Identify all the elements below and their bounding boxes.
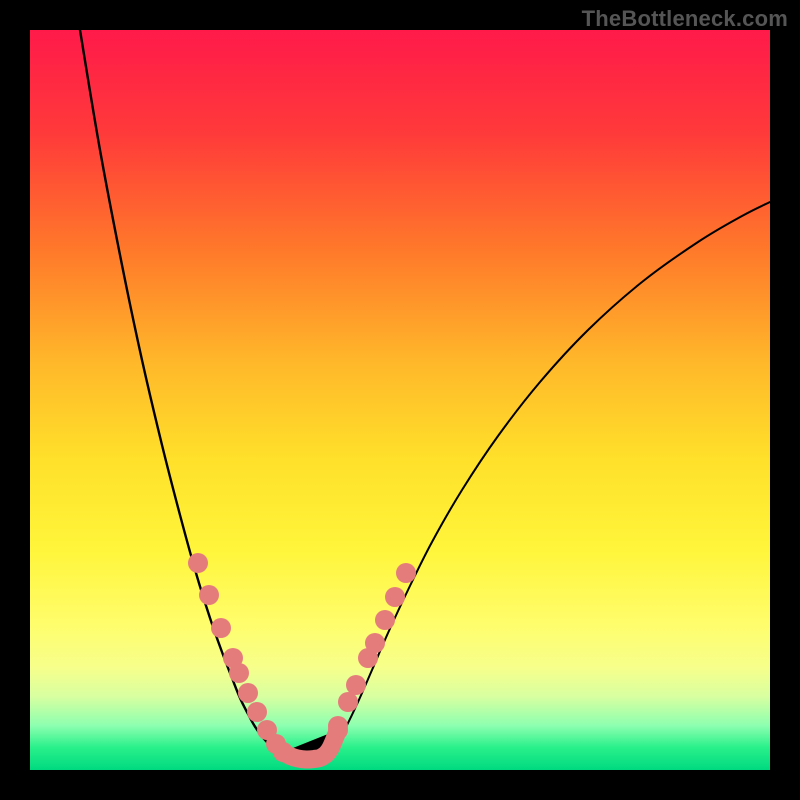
- data-marker: [188, 553, 208, 573]
- data-marker: [338, 692, 358, 712]
- plot-svg: [30, 30, 770, 770]
- data-marker: [385, 587, 405, 607]
- curve-left: [80, 30, 283, 756]
- data-marker: [211, 618, 231, 638]
- chart-stage: TheBottleneck.com: [0, 0, 800, 800]
- data-marker: [266, 734, 286, 754]
- data-marker: [238, 683, 258, 703]
- data-marker: [229, 663, 249, 683]
- data-marker: [365, 633, 385, 653]
- data-marker: [375, 610, 395, 630]
- plot-background: [30, 30, 770, 770]
- data-marker: [328, 716, 348, 736]
- curve-right: [328, 202, 770, 756]
- data-marker: [346, 675, 366, 695]
- data-marker: [396, 563, 416, 583]
- watermark-label: TheBottleneck.com: [582, 6, 788, 32]
- data-marker: [199, 585, 219, 605]
- data-marker: [247, 702, 267, 722]
